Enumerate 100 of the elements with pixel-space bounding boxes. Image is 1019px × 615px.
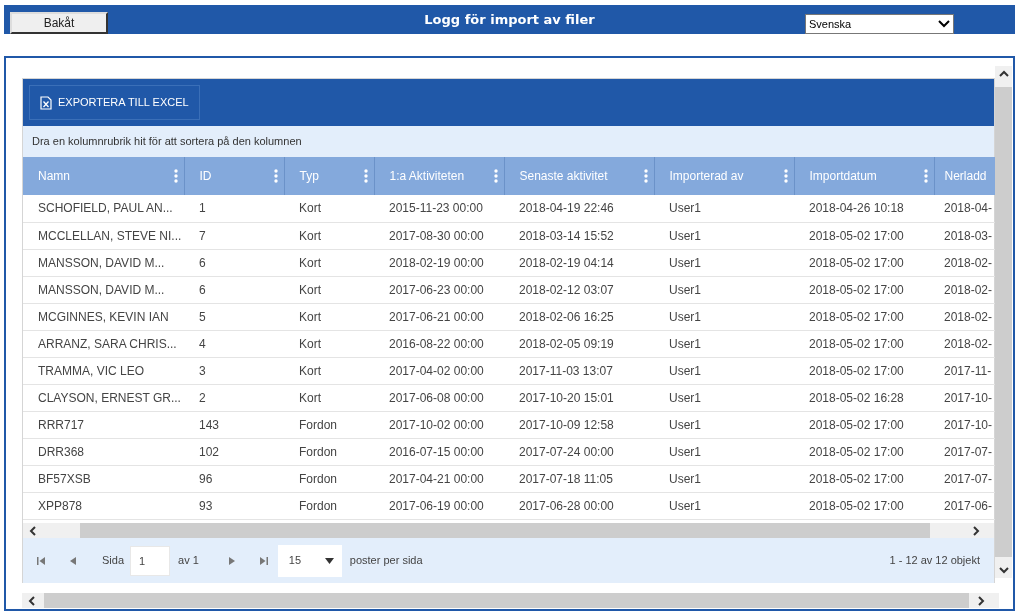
table-cell: 2017-10-09 12:58 [504, 411, 654, 438]
scroll-right-icon [972, 525, 980, 536]
table-cell: User1 [654, 222, 794, 249]
table-cell: Kort [284, 384, 374, 411]
table-cell: 2018-04-19 22:46 [504, 195, 654, 222]
column-header[interactable]: Importerad av [654, 157, 794, 195]
table-cell: User1 [654, 195, 794, 222]
table-cell: User1 [654, 249, 794, 276]
next-page-icon[interactable] [228, 556, 235, 565]
table-cell: 2017-06-19 00:00 [374, 492, 504, 519]
scroll-right-icon [977, 595, 985, 606]
table-cell: 2018-05-02 17:00 [794, 276, 934, 303]
table-cell: 143 [184, 411, 284, 438]
table-cell: CLAYSON, ERNEST GR... [23, 384, 184, 411]
table-cell: MANSSON, DAVID M... [23, 276, 184, 303]
previous-page-icon[interactable] [70, 556, 76, 565]
table-cell: 2016-08-22 00:00 [374, 330, 504, 357]
table-cell: 7 [184, 222, 284, 249]
column-menu-icon[interactable] [923, 169, 928, 183]
table-cell: User1 [654, 384, 794, 411]
table-cell: 2018-05-02 17:00 [794, 249, 934, 276]
table-cell: BF57XSB [23, 465, 184, 492]
column-menu-icon[interactable] [273, 169, 278, 183]
table-cell: 2018-05-02 17:00 [794, 357, 934, 384]
table-cell: 2018-02-19 00:00 [374, 249, 504, 276]
table-cell: Kort [284, 357, 374, 384]
table-cell: User1 [654, 411, 794, 438]
table-cell: 2018-05-02 17:00 [794, 303, 934, 330]
table-cell: 2018-02-19 04:14 [504, 249, 654, 276]
table-cell: User1 [654, 357, 794, 384]
table-cell: 2017-10-02 00:00 [374, 411, 504, 438]
table-cell: 2017-06-08 00:00 [374, 384, 504, 411]
table-cell: 2017-11-03 13:07 [504, 357, 654, 384]
table-cell: 96 [184, 465, 284, 492]
scroll-up-icon [998, 70, 1009, 78]
table-cell: DRR368 [23, 438, 184, 465]
table-cell: SCHOFIELD, PAUL AN... [23, 195, 184, 222]
table-cell: 2018-05-02 17:00 [794, 222, 934, 249]
back-button[interactable]: Bakåt [10, 11, 108, 34]
table-cell: 2018-05-02 17:00 [794, 492, 934, 519]
table-cell: 6 [184, 276, 284, 303]
table-cell: Kort [284, 276, 374, 303]
export-excel-button[interactable]: EXPORTERA TILL EXCEL [29, 85, 200, 120]
table-cell: 2018-03-14 15:52 [504, 222, 654, 249]
table-cell: 2017-06-23 00:00 [374, 276, 504, 303]
table-cell: 2017-07-18 11:05 [504, 465, 654, 492]
column-header[interactable]: Senaste aktivitet [504, 157, 654, 195]
language-select[interactable]: Svenska [805, 14, 954, 34]
table-cell: 2017-08-30 00:00 [374, 222, 504, 249]
table-cell: 2018-05-02 17:00 [794, 465, 934, 492]
table-cell: User1 [654, 276, 794, 303]
scroll-left-icon [29, 525, 37, 536]
table-cell: 2017-04-21 00:00 [374, 465, 504, 492]
table-cell: Kort [284, 303, 374, 330]
column-header[interactable]: Nerladd [934, 157, 996, 195]
table-cell: 2018-05-02 17:00 [794, 411, 934, 438]
table-cell: User1 [654, 438, 794, 465]
chevron-down-icon [938, 20, 950, 28]
table-cell: Kort [284, 249, 374, 276]
table-cell: XPP878 [23, 492, 184, 519]
table-cell: 2017-06-28 00:00 [504, 492, 654, 519]
page-size-select[interactable]: 15 [277, 544, 342, 577]
table-cell: 2018-05-02 17:00 [794, 438, 934, 465]
table-cell: 3 [184, 357, 284, 384]
column-header[interactable]: ID [184, 157, 284, 195]
table-cell: 1 [184, 195, 284, 222]
table-cell: 2017-10-20 15:01 [504, 384, 654, 411]
per-page-label: poster per sida [349, 553, 423, 569]
table-cell: 2018-02-06 16:25 [504, 303, 654, 330]
table-cell: Kort [284, 330, 374, 357]
item-count: 1 - 12 av 12 objekt [889, 553, 980, 569]
table-cell: Kort [284, 195, 374, 222]
table-cell: TRAMMA, VIC LEO [23, 357, 184, 384]
column-menu-icon[interactable] [363, 169, 368, 183]
table-cell: 5 [184, 303, 284, 330]
table-cell: 2 [184, 384, 284, 411]
table-cell: ARRANZ, SARA CHRIS... [23, 330, 184, 357]
column-header[interactable]: Namn [23, 157, 184, 195]
table-cell: User1 [654, 492, 794, 519]
column-header[interactable]: Typ [284, 157, 374, 195]
table-cell: User1 [654, 303, 794, 330]
first-page-icon[interactable] [37, 556, 46, 565]
column-menu-icon[interactable] [173, 169, 178, 183]
table-cell: 2018-02-05 09:19 [504, 330, 654, 357]
table-cell: MANSSON, DAVID M... [23, 249, 184, 276]
excel-file-icon [40, 95, 52, 110]
table-cell: 2018-04-26 10:18 [794, 195, 934, 222]
last-page-icon[interactable] [258, 556, 268, 565]
column-header[interactable]: Importdatum [794, 157, 934, 195]
table-cell: Fordon [284, 492, 374, 519]
page-title: Logg för import av filer [424, 11, 595, 29]
scroll-left-icon [28, 595, 36, 606]
column-menu-icon[interactable] [783, 169, 788, 183]
page-input[interactable]: 1 [130, 545, 171, 576]
scroll-down-icon [998, 566, 1009, 574]
column-header[interactable]: 1:a Aktiviteten [374, 157, 504, 195]
column-menu-icon[interactable] [493, 169, 498, 183]
column-menu-icon[interactable] [643, 169, 648, 183]
table-cell: Kort [284, 222, 374, 249]
table-cell: Fordon [284, 465, 374, 492]
